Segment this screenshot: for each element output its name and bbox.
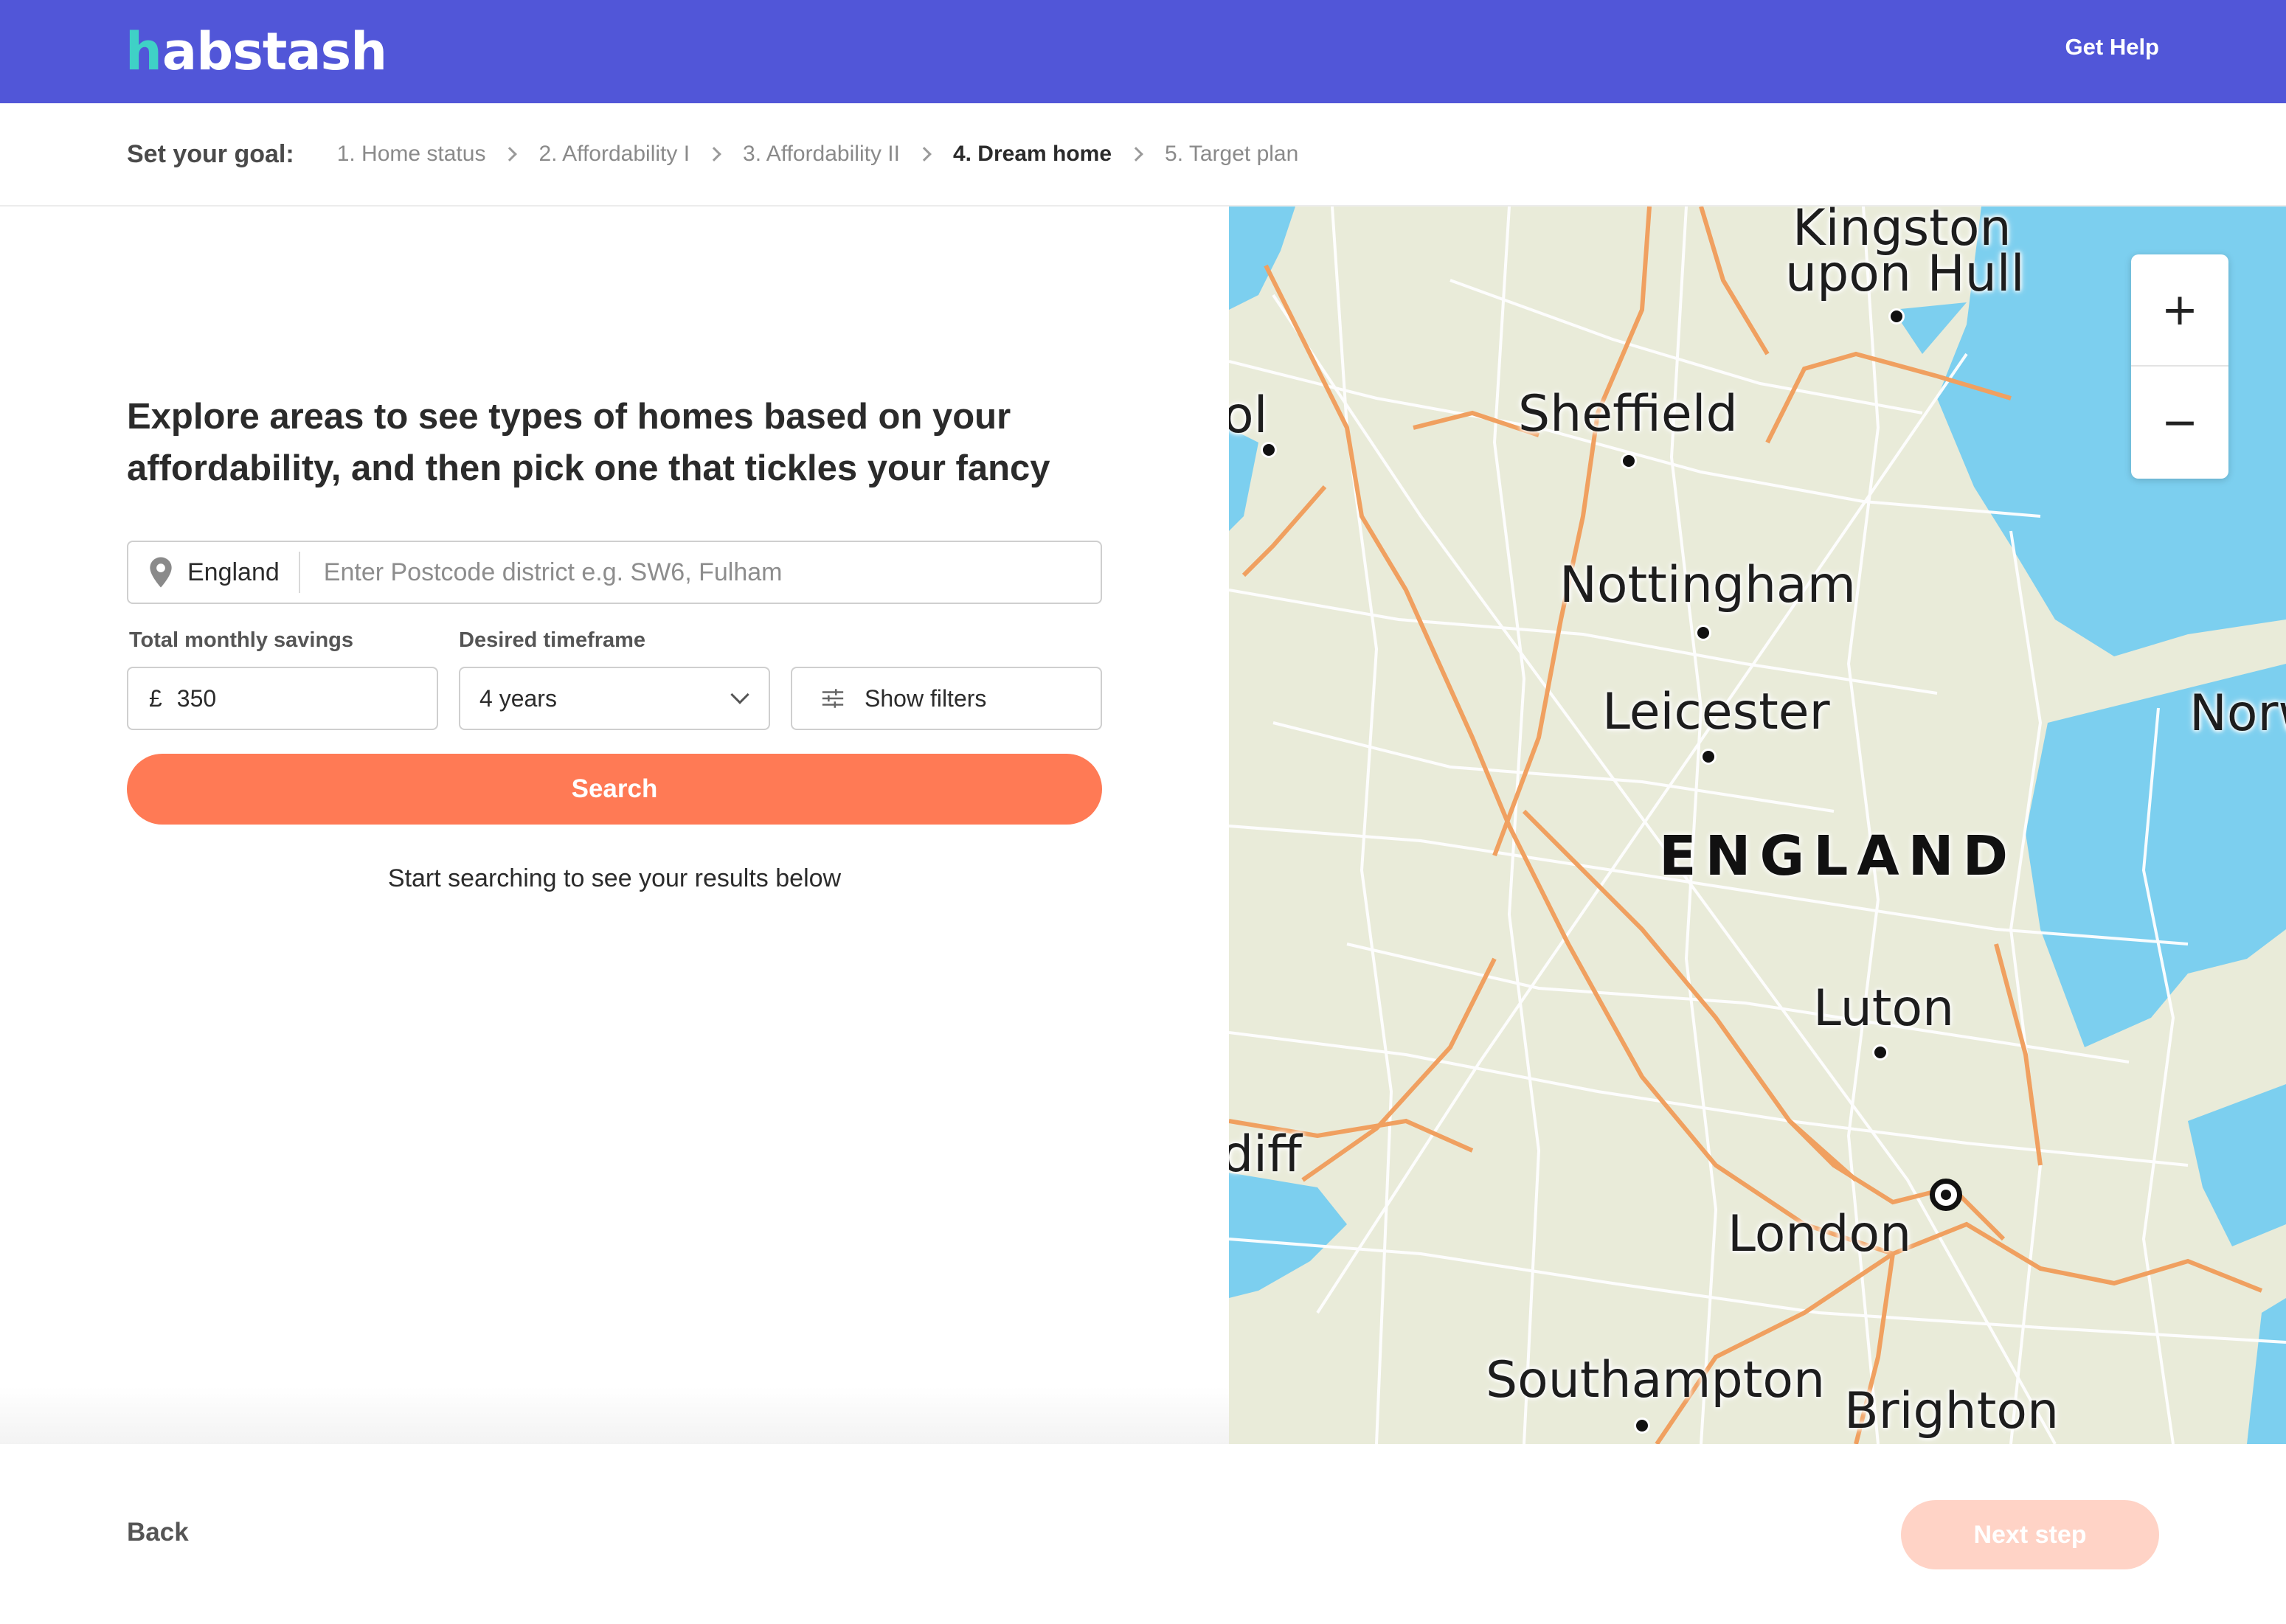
step-dream-home[interactable]: 4. Dream home — [953, 142, 1112, 167]
map-view[interactable]: Kingston upon Hull ol Sheffield Nottingh… — [1229, 207, 2286, 1444]
monthly-savings-field[interactable]: £ — [127, 667, 438, 730]
map-label-nottingham: Nottingham — [1559, 556, 1856, 614]
region-selector[interactable]: England — [128, 552, 300, 593]
back-button[interactable]: Back — [127, 1518, 189, 1547]
map-label-southampton: Southampton — [1486, 1351, 1826, 1409]
postcode-input[interactable] — [299, 543, 1101, 602]
habstash-logo[interactable]: h abstash — [125, 22, 387, 81]
timeframe-label: Desired timeframe — [459, 628, 646, 652]
zoom-out-button[interactable]: − — [2131, 367, 2228, 479]
zoom-in-button[interactable]: + — [2131, 254, 2228, 367]
logo-wordmark: abstash — [162, 21, 387, 82]
map-marker-leicester — [1700, 749, 1717, 765]
top-bar: h abstash Get Help — [0, 0, 2286, 103]
next-step-button[interactable]: Next step — [1901, 1500, 2159, 1569]
map-zoom-controls: + − — [2131, 254, 2228, 479]
region-label: England — [187, 558, 280, 586]
page-headline: Explore areas to see types of homes base… — [127, 397, 1050, 488]
map-label-norwich: Norw — [2189, 684, 2286, 743]
step-target-plan[interactable]: 5. Target plan — [1165, 142, 1298, 167]
map-label-luton: Luton — [1813, 979, 1955, 1038]
get-help-link[interactable]: Get Help — [2065, 34, 2159, 60]
chevron-right-icon — [917, 147, 932, 162]
map-marker-nottingham — [1695, 625, 1711, 641]
location-search: England — [127, 541, 1102, 604]
search-button[interactable]: Search — [127, 754, 1102, 825]
map-marker-london-capital — [1930, 1179, 1962, 1211]
map-marker-hull — [1888, 308, 1905, 325]
footer-nav: Back Next step — [0, 1444, 2286, 1624]
chevron-right-icon — [1129, 147, 1143, 162]
chevron-down-icon — [730, 685, 749, 704]
savings-label: Total monthly savings — [129, 628, 354, 652]
location-pin-icon — [150, 557, 172, 588]
steps-title: Set your goal: — [127, 139, 294, 168]
step-home-status[interactable]: 1. Home status — [337, 142, 486, 167]
map-marker-liverpool — [1261, 442, 1277, 458]
chevron-right-icon — [707, 147, 721, 162]
map-marker-southampton — [1634, 1417, 1650, 1434]
timeframe-value: 4 years — [479, 684, 557, 712]
savings-input[interactable] — [176, 684, 398, 712]
chevron-right-icon — [502, 147, 518, 162]
map-label-liverpool: ol — [1229, 386, 1268, 445]
panel-fade — [0, 1387, 1229, 1444]
map-label-hull: upon Hull — [1785, 245, 2025, 303]
logo-mark: h — [125, 21, 162, 82]
map-marker-sheffield — [1621, 453, 1637, 469]
sliders-icon — [822, 689, 844, 708]
map-label-leicester: Leicester — [1602, 683, 1830, 741]
map-label-brighton: Brighton — [1844, 1382, 2060, 1440]
show-filters-button[interactable]: Show filters — [791, 667, 1102, 730]
step-affordability-1[interactable]: 2. Affordability I — [538, 142, 690, 167]
progress-steps-bar: Set your goal: 1. Home status 2. Afforda… — [0, 103, 2286, 207]
search-panel: Explore areas to see types of homes base… — [0, 207, 1229, 1444]
timeframe-select[interactable]: 4 years — [459, 667, 770, 730]
currency-symbol: £ — [149, 684, 162, 712]
show-filters-label: Show filters — [865, 684, 987, 712]
step-affordability-2[interactable]: 3. Affordability II — [743, 142, 900, 167]
map-label-england: ENGLAND — [1659, 825, 2017, 888]
map-label-london: London — [1728, 1205, 1912, 1263]
map-marker-luton — [1872, 1044, 1888, 1061]
results-hint: Start searching to see your results belo… — [387, 864, 842, 892]
map-label-cardiff: diff — [1229, 1125, 1302, 1184]
map-label-sheffield: Sheffield — [1518, 385, 1738, 443]
